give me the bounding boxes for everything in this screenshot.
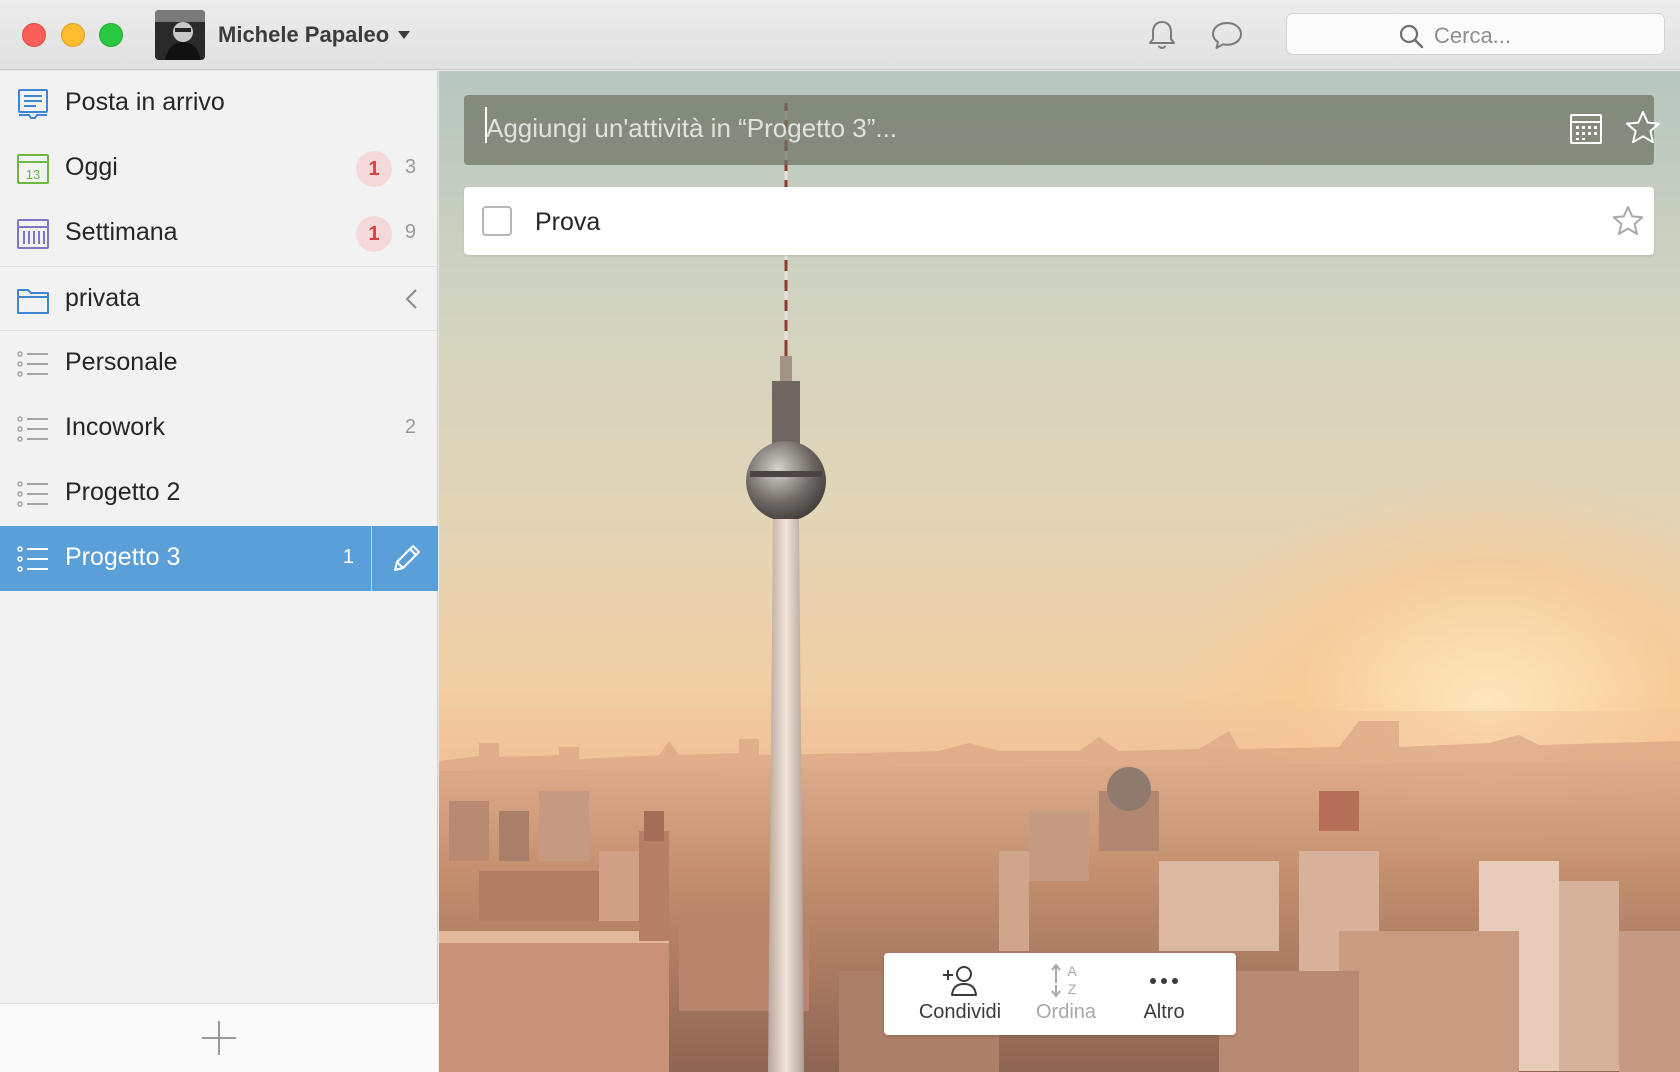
task-count: 2 [404,416,416,438]
list-icon [17,546,48,572]
search-field[interactable]: Cerca... [1286,13,1665,55]
sidebar-item-inbox[interactable]: Posta in arrivo [0,71,438,136]
sidebar-item-label: Posta in arrivo [65,88,225,116]
sidebar-item-personale[interactable]: Personale [0,331,438,396]
minimize-window-button[interactable] [61,23,85,47]
add-list-plus-icon[interactable] [199,1018,239,1058]
star-icon[interactable] [1611,204,1645,238]
sidebar-item-progetto-3[interactable]: Progetto 3 1 [0,526,438,591]
more-button[interactable]: Altro [1109,961,1219,1031]
list-icon [17,481,48,507]
calendar-week-icon [17,219,49,249]
close-window-button[interactable] [22,23,46,47]
due-date-calendar-icon[interactable] [1568,111,1604,147]
list-view: Aggiungi un'attività in “Progetto 3”... … [439,71,1680,1072]
chevron-left-icon[interactable] [404,288,418,310]
sidebar-footer [0,1003,438,1072]
sort-button[interactable]: A Z Ordina [1011,961,1121,1031]
search-icon [1399,24,1424,49]
add-task-input[interactable]: Aggiungi un'attività in “Progetto 3”... [464,95,1660,165]
svg-text:A: A [1067,963,1077,979]
share-button[interactable]: Condividi [905,961,1015,1031]
more-dots-icon [1150,978,1178,984]
task-row[interactable]: Prova [464,187,1654,255]
sidebar-item-today[interactable]: 13 Oggi 1 3 [0,136,438,201]
sidebar-item-label: Progetto 3 [65,543,181,571]
sidebar-item-week[interactable]: Settimana 1 9 [0,201,438,266]
add-task-placeholder: Aggiungi un'attività in “Progetto 3”... [486,113,898,143]
sidebar-item-incowork[interactable]: Incowork 2 [0,396,438,461]
sidebar-item-label: Personale [65,348,178,376]
avatar[interactable] [155,10,205,60]
sidebar-folder-privata[interactable]: privata [0,267,438,332]
sort-label: Ordina [1035,1001,1097,1023]
add-person-icon [943,966,977,996]
svg-text:Z: Z [1068,981,1077,997]
overdue-badge: 1 [356,151,392,187]
sidebar-item-label: Incowork [65,413,166,441]
bell-icon[interactable] [1143,16,1181,54]
sort-az-icon: A Z [1051,963,1077,998]
list-toolbar: Condividi A Z Ordina Altro [884,953,1236,1035]
calendar-today-icon: 13 [17,154,49,184]
task-title[interactable]: Prova [535,208,600,237]
title-bar: Michele Papaleo Cerca... [0,0,1680,70]
list-icon [17,416,48,442]
inbox-icon [18,89,48,119]
sidebar-item-label: privata [65,284,141,312]
folder-icon [17,289,49,314]
list-icon [17,351,48,377]
task-checkbox[interactable] [482,206,512,236]
edit-separator [371,526,372,591]
sidebar-item-label: Settimana [65,218,178,246]
edit-list-pencil-icon[interactable] [386,540,426,578]
user-name[interactable]: Michele Papaleo [218,22,389,48]
chevron-down-icon[interactable] [398,31,410,39]
calendar-day-number: 13 [26,167,40,182]
search-placeholder: Cerca... [1434,23,1512,48]
more-label: Altro [1143,1001,1185,1023]
zoom-window-button[interactable] [99,23,123,47]
share-label: Condividi [918,1001,1002,1023]
sidebar: Posta in arrivo 13 Oggi 1 3 Settimana 1 … [0,71,438,1072]
task-count: 3 [404,156,416,178]
chat-bubble-icon[interactable] [1208,16,1246,54]
star-icon[interactable] [1624,109,1662,147]
overdue-badge: 1 [356,216,392,252]
sidebar-item-label: Progetto 2 [65,478,181,506]
task-count: 1 [342,546,354,568]
task-count: 9 [404,221,416,243]
sidebar-item-label: Oggi [65,153,118,181]
sidebar-item-progetto-2[interactable]: Progetto 2 [0,461,438,526]
